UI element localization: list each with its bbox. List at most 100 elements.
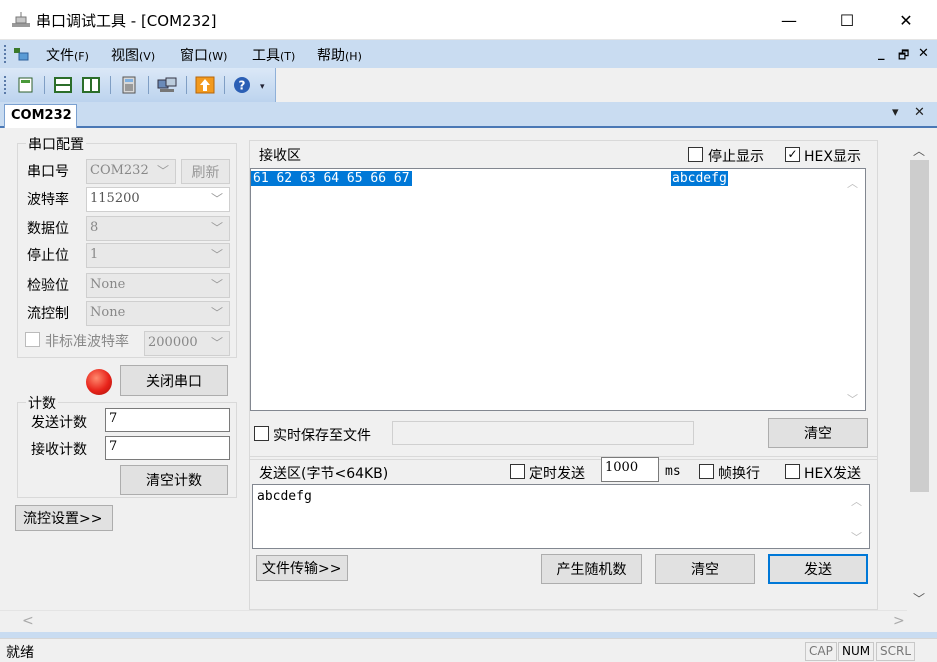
send-button[interactable]: 发送 <box>768 554 868 584</box>
help-icon[interactable]: ? <box>232 76 252 94</box>
flow-control-label: 流控制 <box>27 306 69 322</box>
file-transfer-button[interactable]: 文件传输>> <box>256 555 348 581</box>
toolbar-separator <box>110 76 111 94</box>
scroll-right-icon[interactable]: > <box>893 613 905 629</box>
timed-send-checkbox[interactable] <box>510 464 525 479</box>
chevron-down-icon: ﹀ <box>210 278 223 292</box>
parity-select[interactable]: None ﹀ <box>86 273 230 298</box>
stop-bits-label: 停止位 <box>27 248 69 264</box>
stop-bits-select[interactable]: 1 ﹀ <box>86 243 230 268</box>
recv-count-label: 接收计数 <box>31 442 87 458</box>
stop-display-checkbox[interactable] <box>688 147 703 162</box>
port-select[interactable]: COM232 ﹀ <box>86 159 176 184</box>
send-clear-button[interactable]: 清空 <box>655 554 755 584</box>
send-title: 发送区(字节<64KB) <box>259 466 389 482</box>
port-label: 串口号 <box>27 164 69 180</box>
split-vertical-icon[interactable] <box>81 76 101 94</box>
timed-send-label: 定时发送 <box>529 466 585 482</box>
menu-bar: 文件(F) 视图(V) 窗口(W) 工具(T) 帮助(H) _ 🗗 ✕ <box>0 40 937 68</box>
refresh-button[interactable]: 刷新 <box>181 159 230 184</box>
maximize-icon: ☐ <box>839 10 855 30</box>
tab-list-dropdown-icon[interactable]: ▾ <box>892 105 899 120</box>
toolbar-overflow-icon[interactable]: ▾ <box>260 82 270 94</box>
nonstd-baud-label: 非标准波特率 <box>45 334 129 350</box>
minimize-button[interactable]: — <box>760 0 818 40</box>
menu-window[interactable]: 窗口(W) <box>180 45 227 65</box>
maximize-button[interactable]: ☐ <box>818 0 876 40</box>
hex-display-label: HEX显示 <box>804 149 861 165</box>
interval-unit-label: ms <box>665 464 681 479</box>
panel-horizontal-scrollbar[interactable]: < > <box>0 610 907 632</box>
window-title: 串口调试工具 - [COM232] <box>36 12 217 30</box>
top-most-icon[interactable] <box>195 76 215 94</box>
panel-vertical-scrollbar[interactable]: ︿ ﹀ <box>907 130 931 610</box>
receive-area[interactable]: 61 62 63 64 65 66 67 abcdefg ︿ ﹀ <box>250 168 866 411</box>
chevron-down-icon: ﹀ <box>210 306 223 320</box>
data-bits-select[interactable]: 8 ﹀ <box>86 216 230 241</box>
chevron-down-icon: ﹀ <box>156 164 169 178</box>
calculator-icon[interactable] <box>119 76 139 94</box>
app-menu-icon[interactable] <box>12 45 30 63</box>
split-horizontal-icon[interactable] <box>53 76 73 94</box>
mdi-minimize-button[interactable]: _ <box>878 46 885 61</box>
clear-count-button[interactable]: 清空计数 <box>120 465 228 495</box>
tab-com232[interactable]: COM232 <box>4 104 77 128</box>
chevron-down-icon: ﹀ <box>210 336 223 350</box>
scroll-left-icon[interactable]: < <box>22 613 34 629</box>
toolbar-separator <box>224 76 225 94</box>
new-icon[interactable] <box>16 76 36 94</box>
data-bits-label: 数据位 <box>27 221 69 237</box>
baud-label: 波特率 <box>27 192 69 208</box>
flow-settings-button[interactable]: 流控设置>> <box>15 505 113 531</box>
save-to-file-label: 实时保存至文件 <box>273 428 371 444</box>
menu-file[interactable]: 文件(F) <box>46 45 89 65</box>
close-icon: ✕ <box>899 10 913 30</box>
svg-text:?: ? <box>239 79 246 93</box>
save-file-path-field[interactable] <box>392 421 694 445</box>
receive-ascii-data: abcdefg <box>671 171 728 186</box>
scroll-up-icon[interactable]: ︿ <box>847 175 858 191</box>
scroll-up-icon[interactable]: ︿ <box>913 142 925 159</box>
scroll-down-icon[interactable]: ﹀ <box>847 391 858 407</box>
receive-clear-button[interactable]: 清空 <box>768 418 868 448</box>
recv-count-field: 7 <box>105 436 230 460</box>
baud-select[interactable]: 115200 ﹀ <box>86 187 230 212</box>
scroll-up-icon[interactable]: ︿ <box>851 493 862 509</box>
serial-config-title: 串口配置 <box>26 134 86 154</box>
title-bar: 串口调试工具 - [COM232] — ☐ ✕ <box>0 0 937 40</box>
stop-display-label: 停止显示 <box>708 149 764 165</box>
tab-close-icon[interactable]: ✕ <box>914 105 925 120</box>
mdi-close-button[interactable]: ✕ <box>918 46 929 61</box>
toolbar-grip[interactable] <box>4 76 7 94</box>
hex-send-label: HEX发送 <box>804 466 861 482</box>
close-button[interactable]: ✕ <box>877 0 935 40</box>
send-count-label: 发送计数 <box>31 415 87 431</box>
nonstd-baud-select[interactable]: 200000 ﹀ <box>144 331 230 356</box>
menu-help[interactable]: 帮助(H) <box>317 45 362 65</box>
hex-display-checkbox[interactable]: ✓ <box>785 147 800 162</box>
random-button[interactable]: 产生随机数 <box>541 554 642 584</box>
menubar-grip[interactable] <box>4 45 7 63</box>
send-input[interactable]: abcdefg ︿ ﹀ <box>252 484 870 549</box>
toolbar-separator <box>44 76 45 94</box>
menu-tools[interactable]: 工具(T) <box>252 45 295 65</box>
scroll-down-icon[interactable]: ﹀ <box>851 529 862 545</box>
mdi-restore-button[interactable]: 🗗 <box>898 46 909 67</box>
nonstd-baud-checkbox[interactable] <box>25 332 40 347</box>
close-port-button[interactable]: 关闭串口 <box>120 365 228 396</box>
toolbar: ? ▾ <box>0 68 276 102</box>
save-to-file-checkbox[interactable] <box>254 426 269 441</box>
menu-view[interactable]: 视图(V) <box>111 45 155 65</box>
line-break-checkbox[interactable] <box>699 464 714 479</box>
minimize-icon: — <box>781 10 797 30</box>
port-status-led <box>86 369 112 395</box>
network-icon[interactable] <box>157 76 177 94</box>
send-count-field: 7 <box>105 408 230 432</box>
flow-control-select[interactable]: None ﹀ <box>86 301 230 326</box>
send-interval-field[interactable]: 1000 <box>601 457 659 482</box>
scrollbar-thumb[interactable] <box>910 160 929 492</box>
status-bar: 就绪 CAP NUM SCRL <box>0 638 937 662</box>
receive-title: 接收区 <box>259 148 301 164</box>
scroll-down-icon[interactable]: ﹀ <box>913 590 925 607</box>
hex-send-checkbox[interactable] <box>785 464 800 479</box>
